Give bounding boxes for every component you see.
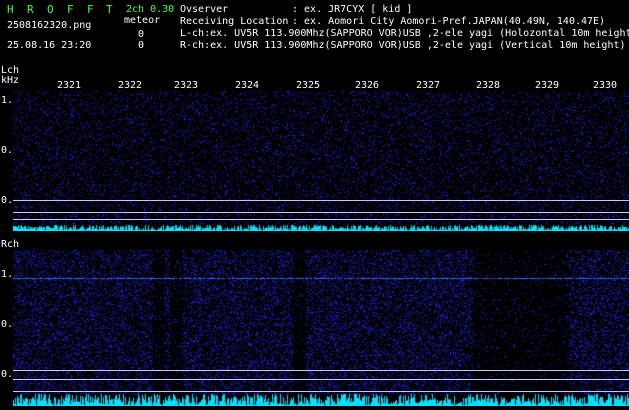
meteor-count-r: 0 xyxy=(138,40,145,51)
rch-info: R-ch:ex. UV5R 113.900Mhz(SAPPORO VOR)USB… xyxy=(180,40,626,51)
time-tick: 2321 xyxy=(57,80,82,91)
location-value: : ex. Aomori City Aomori-Pref.JAPAN(40.4… xyxy=(292,16,606,27)
time-tick: 2329 xyxy=(535,80,560,91)
rch-label: Rch xyxy=(1,239,20,250)
lch-spectrogram xyxy=(13,91,629,231)
title-letter: F xyxy=(87,3,94,16)
time-tick: 2330 xyxy=(593,80,618,91)
title-letter: F xyxy=(67,3,74,16)
observer-value: : ex. JR7CYX [ kid ] xyxy=(292,4,413,15)
title-letter: H xyxy=(7,3,14,16)
datetime: 25.08.16 23:20 xyxy=(7,40,92,51)
time-tick: 2324 xyxy=(235,80,260,91)
lch-unit: kHz xyxy=(1,75,20,86)
time-tick: 2325 xyxy=(296,80,321,91)
time-tick: 2327 xyxy=(416,80,441,91)
rch-grid-line xyxy=(13,391,629,392)
rch-spectrogram xyxy=(13,250,629,406)
time-tick: 2326 xyxy=(355,80,380,91)
lch-grid-line xyxy=(13,219,629,220)
rch-grid-line xyxy=(13,379,629,380)
lch-grid-line xyxy=(13,212,629,213)
observer-label: Ovserver xyxy=(180,4,229,15)
lch-grid-line xyxy=(13,200,629,201)
meteor-label: meteor xyxy=(124,15,161,26)
title-letter: R xyxy=(27,3,34,16)
time-tick: 2323 xyxy=(174,80,199,91)
meteor-count-l: 0 xyxy=(138,29,145,40)
mode-label: 2ch 0.30 xyxy=(126,4,175,15)
time-tick: 2328 xyxy=(476,80,501,91)
title-letter: O xyxy=(47,3,54,16)
rch-grid-line xyxy=(13,370,629,371)
lch-info: L-ch:ex. UV5R 113.900Mhz(SAPPORO VOR)USB… xyxy=(180,28,629,39)
time-tick: 2322 xyxy=(118,80,143,91)
title-letter: T xyxy=(106,3,113,16)
location-label: Receiving Location xyxy=(180,16,289,27)
filename: 2508162320.png xyxy=(7,20,92,31)
